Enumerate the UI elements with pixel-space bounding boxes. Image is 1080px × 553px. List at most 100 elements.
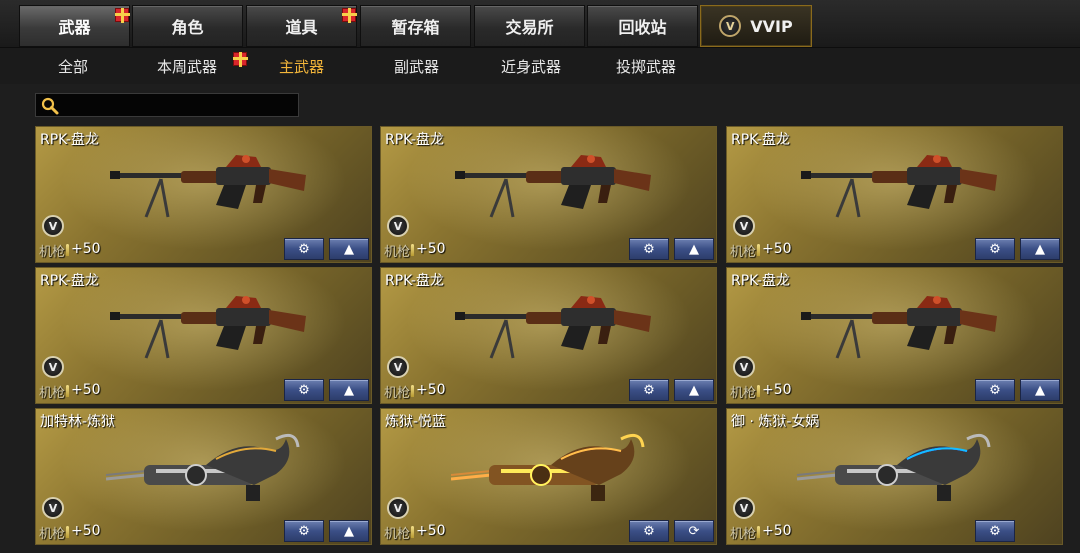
bullet-icon <box>66 244 69 256</box>
weapon-image <box>797 433 991 503</box>
gear-wrench-icon: ⚙ <box>989 382 1001 398</box>
refresh-button[interactable]: ⟳ <box>674 520 714 542</box>
weapon-name: RPK-盘龙 <box>731 273 790 289</box>
tab-label: 回收站 <box>618 18 667 37</box>
sub-tab-bar: 全部 本周武器 主武器 副武器 近身武器 投掷武器 <box>0 48 1080 84</box>
weapon-card[interactable]: RPK-盘龙 V 机枪 +50 ⚙ ▲ <box>726 126 1063 263</box>
gear-wrench-icon: ⚙ <box>298 523 310 539</box>
up-arrow-icon: ▲ <box>1035 382 1045 398</box>
subtab-primary[interactable]: 主武器 <box>279 56 324 77</box>
subtab-melee[interactable]: 近身武器 <box>501 56 561 77</box>
upgrade-button[interactable]: ▲ <box>329 379 369 401</box>
gear-wrench-icon: ⚙ <box>643 382 655 398</box>
weapon-type: 机枪 <box>730 245 757 260</box>
weapon-bonus: +50 <box>762 241 792 257</box>
vip-badge-icon: V <box>42 497 64 519</box>
weapon-name: RPK-盘龙 <box>731 132 790 148</box>
weapon-type: 机枪 <box>384 386 411 401</box>
vip-badge-icon: V <box>733 215 755 237</box>
weapon-card[interactable]: 御 · 炼狱-女娲 V 机枪 +50 ⚙ <box>726 408 1063 545</box>
weapon-card[interactable]: RPK-盘龙 V 机枪 +50 ⚙ ▲ <box>380 267 717 404</box>
search-input[interactable] <box>64 95 294 115</box>
customize-button[interactable]: ⚙ <box>629 238 669 260</box>
vip-badge-icon: V <box>387 215 409 237</box>
gear-wrench-icon: ⚙ <box>989 241 1001 257</box>
upgrade-button[interactable]: ▲ <box>1020 238 1060 260</box>
up-arrow-icon: ▲ <box>344 241 354 257</box>
tab-label: 暂存箱 <box>391 18 440 37</box>
bullet-icon <box>66 526 69 538</box>
customize-button[interactable]: ⚙ <box>284 379 324 401</box>
search-box <box>35 93 299 117</box>
bullet-icon <box>757 526 760 538</box>
tab-vvip[interactable]: V VVIP <box>700 5 812 47</box>
upgrade-button[interactable]: ▲ <box>329 238 369 260</box>
tab-label: 角色 <box>171 18 204 37</box>
weapon-card[interactable]: RPK-盘龙 V 机枪 +50 ⚙ ▲ <box>35 267 372 404</box>
weapon-name: RPK-盘龙 <box>40 273 99 289</box>
search-icon <box>41 97 59 115</box>
customize-button[interactable]: ⚙ <box>629 520 669 542</box>
weapon-bonus: +50 <box>762 523 792 539</box>
bullet-icon <box>757 385 760 397</box>
weapon-bonus: +50 <box>71 382 101 398</box>
weapon-card[interactable]: RPK-盘龙 V 机枪 +50 ⚙ ▲ <box>726 267 1063 404</box>
weapon-type: 机枪 <box>384 527 411 542</box>
tab-recycle[interactable]: 回收站 <box>587 5 698 47</box>
gear-wrench-icon: ⚙ <box>643 523 655 539</box>
weapon-name: 御 · 炼狱-女娲 <box>731 414 820 430</box>
weapon-bonus: +50 <box>71 523 101 539</box>
customize-button[interactable]: ⚙ <box>975 520 1015 542</box>
up-arrow-icon: ▲ <box>689 241 699 257</box>
weapon-name: 炼狱-悦蓝 <box>385 414 447 430</box>
tab-label: 交易所 <box>505 18 554 37</box>
weapon-image <box>451 433 645 503</box>
vip-badge-icon: V <box>42 356 64 378</box>
weapon-type: 机枪 <box>39 527 66 542</box>
weapon-card[interactable]: 加特林-炼狱 V 机枪 +50 ⚙ ▲ <box>35 408 372 545</box>
weapon-bonus: +50 <box>762 382 792 398</box>
weapon-image <box>108 153 306 219</box>
up-arrow-icon: ▲ <box>1035 241 1045 257</box>
customize-button[interactable]: ⚙ <box>975 379 1015 401</box>
subtab-weekly[interactable]: 本周武器 <box>157 56 217 77</box>
customize-button[interactable]: ⚙ <box>629 379 669 401</box>
vip-badge-icon: V <box>733 356 755 378</box>
upgrade-button[interactable]: ▲ <box>674 379 714 401</box>
customize-button[interactable]: ⚙ <box>284 238 324 260</box>
weapon-type: 机枪 <box>39 386 66 401</box>
gear-wrench-icon: ⚙ <box>643 241 655 257</box>
top-tab-bar: 武器 角色 道具 暂存箱 交易所 回收站 V VVIP <box>0 0 1080 48</box>
weapon-type: 机枪 <box>730 527 757 542</box>
up-arrow-icon: ▲ <box>344 382 354 398</box>
vip-badge-icon: V <box>42 215 64 237</box>
weapon-card[interactable]: RPK-盘龙 V 机枪 +50 ⚙ ▲ <box>380 126 717 263</box>
customize-button[interactable]: ⚙ <box>975 238 1015 260</box>
tab-items[interactable]: 道具 <box>246 5 357 47</box>
upgrade-button[interactable]: ▲ <box>1020 379 1060 401</box>
weapon-card[interactable]: 炼狱-悦蓝 V 机枪 +50 ⚙ ⟳ <box>380 408 717 545</box>
vip-badge-icon: V <box>387 497 409 519</box>
weapon-card[interactable]: RPK-盘龙 V 机枪 +50 ⚙ ▲ <box>35 126 372 263</box>
tab-storage[interactable]: 暂存箱 <box>360 5 471 47</box>
gift-icon <box>233 52 248 67</box>
weapon-type: 机枪 <box>384 245 411 260</box>
subtab-all[interactable]: 全部 <box>58 56 88 77</box>
gear-wrench-icon: ⚙ <box>989 523 1001 539</box>
subtab-secondary[interactable]: 副武器 <box>394 56 439 77</box>
up-arrow-icon: ▲ <box>344 523 354 539</box>
tab-weapons[interactable]: 武器 <box>19 5 130 47</box>
tab-exchange[interactable]: 交易所 <box>474 5 585 47</box>
bullet-icon <box>411 244 414 256</box>
weapon-image <box>799 294 997 360</box>
weapon-type: 机枪 <box>730 386 757 401</box>
upgrade-button[interactable]: ▲ <box>329 520 369 542</box>
tab-character[interactable]: 角色 <box>132 5 243 47</box>
upgrade-button[interactable]: ▲ <box>674 238 714 260</box>
weapon-image <box>453 294 651 360</box>
customize-button[interactable]: ⚙ <box>284 520 324 542</box>
subtab-throwing[interactable]: 投掷武器 <box>616 56 676 77</box>
weapon-image <box>108 294 306 360</box>
weapon-image <box>106 433 300 503</box>
weapon-name: 加特林-炼狱 <box>40 414 116 430</box>
